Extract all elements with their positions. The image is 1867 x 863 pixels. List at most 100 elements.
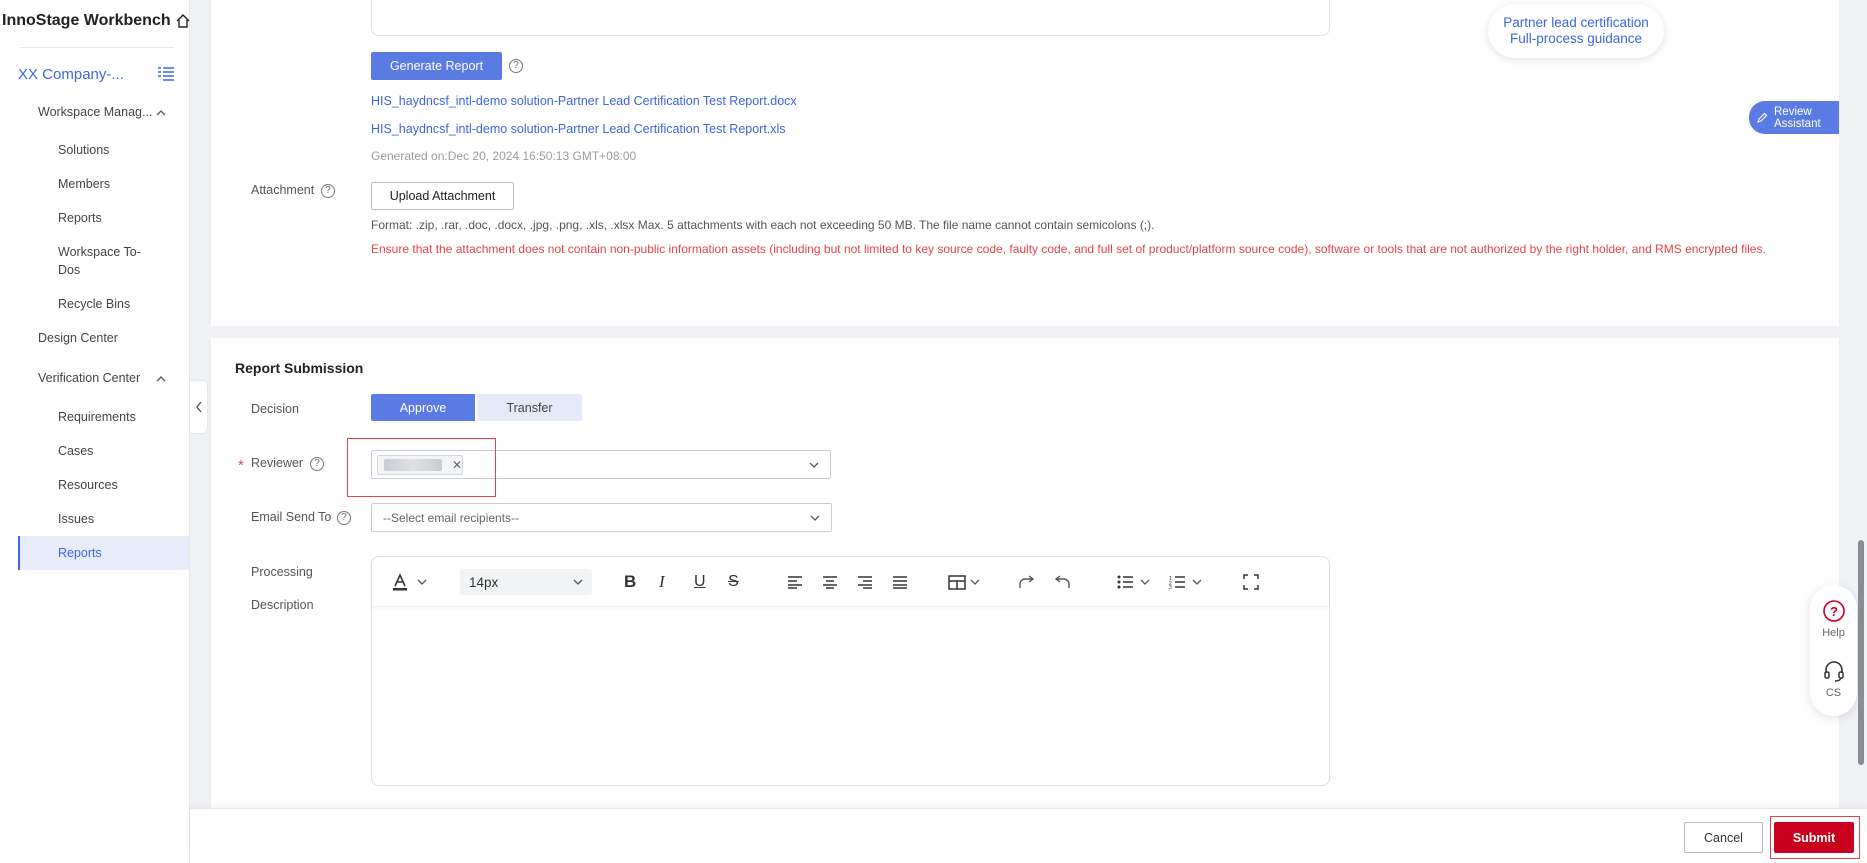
chevron-up-icon[interactable] [155,107,167,119]
chevron-left-icon [195,401,202,413]
align-justify-icon[interactable] [892,572,908,592]
help-icon[interactable]: ? [321,184,335,198]
app-title-text: InnoStage Workbench [2,12,171,29]
sidebar-item-members[interactable]: Members [58,176,110,192]
decision-label: Decision [251,402,299,416]
sidebar-item-workspace-todos[interactable]: Workspace To- Dos [58,244,141,278]
upload-attachment-button[interactable]: Upload Attachment [371,182,514,210]
home-icon[interactable] [175,13,191,29]
cancel-button[interactable]: Cancel [1684,822,1763,853]
cs-label: CS [1825,687,1842,699]
numbered-list-button[interactable]: 123 [1169,572,1203,592]
reviewer-highlight [347,438,496,497]
help-icon[interactable]: ? [509,59,523,73]
editor-toolbar: 14px B I U S 123 [372,557,1329,607]
help-circle-icon: ? [1822,600,1845,622]
align-center-icon[interactable] [822,572,838,592]
sidebar-active-highlight [18,536,189,570]
chevron-down-icon [809,462,819,468]
numbered-list-icon: 123 [1169,576,1185,589]
table-icon [948,574,966,590]
redo-icon[interactable] [1018,572,1036,592]
sidebar-item-recycle-bins[interactable]: Recycle Bins [58,296,130,312]
chevron-down-icon [810,515,820,521]
email-placeholder: --Select email recipients-- [383,511,520,525]
help-button[interactable]: ? Help [1810,599,1857,639]
page-scrollbar[interactable] [1858,540,1864,765]
table-button[interactable] [948,572,981,592]
sidebar-item-reports-workspace[interactable]: Reports [58,210,102,226]
cert-line-2: Full-process guidance [1509,31,1643,46]
approve-option[interactable]: Approve [371,394,475,421]
footer-action-bar [190,808,1867,863]
font-size-select[interactable]: 14px [460,569,592,595]
help-icon[interactable]: ? [337,511,351,525]
transfer-option[interactable]: Transfer [477,394,582,421]
certification-guidance-button[interactable]: Partner lead certification Full-process … [1488,4,1664,58]
sidebar-item-cases[interactable]: Cases [58,443,93,459]
company-selector[interactable]: XX Company-... [18,66,124,83]
attachment-label: Attachment [251,183,315,197]
email-recipients-select[interactable]: --Select email recipients-- [371,503,832,532]
sidebar: InnoStage Workbench XX Company-... Works… [0,0,190,863]
list-menu-icon[interactable] [157,66,175,82]
sidebar-item-issues[interactable]: Issues [58,511,94,527]
italic-icon[interactable]: I [659,572,665,592]
section-title: Report Submission [235,360,364,376]
report-textarea[interactable] [371,0,1330,36]
review-line-2: Assistant [1774,117,1821,130]
cert-line-1: Partner lead certification [1503,15,1649,30]
generate-report-button[interactable]: Generate Report [371,52,502,80]
bold-icon[interactable]: B [624,572,636,592]
chevron-down-icon [970,579,980,585]
sidebar-item-requirements[interactable]: Requirements [58,409,136,425]
generated-on-text: Generated on:Dec 20, 2024 16:50:13 GMT+0… [371,149,637,163]
customer-service-button[interactable]: CS [1810,659,1857,699]
chevron-up-icon[interactable] [155,373,167,385]
underline-icon[interactable]: U [694,572,706,592]
email-send-to-label: Email Send To [251,510,332,524]
sidebar-item-label: Workspace To- [58,245,141,259]
sidebar-item-label: Dos [58,263,81,277]
attachment-warning: Ensure that the attachment does not cont… [371,242,1766,256]
headset-icon [1823,661,1844,682]
sidebar-item-resources[interactable]: Resources [58,477,118,493]
help-icon[interactable]: ? [310,457,324,471]
processing-description-editor[interactable]: 14px B I U S 123 [371,556,1330,786]
font-color-icon [393,573,407,591]
review-line-1: Review [1774,105,1812,118]
sidebar-item-solutions[interactable]: Solutions [58,142,109,158]
chevron-down-icon [573,579,583,585]
sidebar-item-design-center[interactable]: Design Center [38,330,118,346]
strikethrough-icon[interactable]: S [728,572,739,592]
processing-description-label-1: Processing [251,565,313,579]
divider [20,47,174,48]
svg-text:?: ? [1830,604,1838,619]
reviewer-label: Reviewer [251,456,304,470]
bullet-list-icon [1117,575,1133,589]
undo-icon[interactable] [1053,572,1071,592]
submit-button[interactable]: Submit [1774,822,1854,853]
report-file-xls-link[interactable]: HIS_haydncsf_intl-demo solution-Partner … [371,122,786,136]
font-color-button[interactable] [392,572,428,592]
side-toolbox: ? Help CS [1810,585,1857,716]
sidebar-item-workspace-management[interactable]: Workspace Manag... [38,104,152,120]
align-right-icon[interactable] [857,572,873,592]
sidebar-item-reports[interactable]: Reports [58,545,102,561]
fullscreen-icon[interactable] [1243,572,1259,592]
chevron-down-icon [417,579,427,585]
format-note: Format: .zip, .rar, .doc, .docx, .jpg, .… [371,218,1155,232]
sidebar-collapse-button[interactable] [190,380,208,434]
report-file-docx-link[interactable]: HIS_haydncsf_intl-demo solution-Partner … [371,94,797,108]
review-assistant-button[interactable]: Review Assistant [1749,101,1839,134]
align-left-icon[interactable] [787,572,803,592]
sidebar-item-verification-center[interactable]: Verification Center [38,370,140,386]
required-mark: * [238,457,244,474]
help-label: Help [1822,627,1845,639]
processing-description-label-2: Description [251,598,314,612]
bullet-list-button[interactable] [1117,572,1151,592]
svg-text:3: 3 [1169,585,1172,589]
chevron-down-icon [1140,579,1150,585]
app-title[interactable]: InnoStage Workbench [2,12,191,30]
chevron-down-icon [1192,579,1202,585]
